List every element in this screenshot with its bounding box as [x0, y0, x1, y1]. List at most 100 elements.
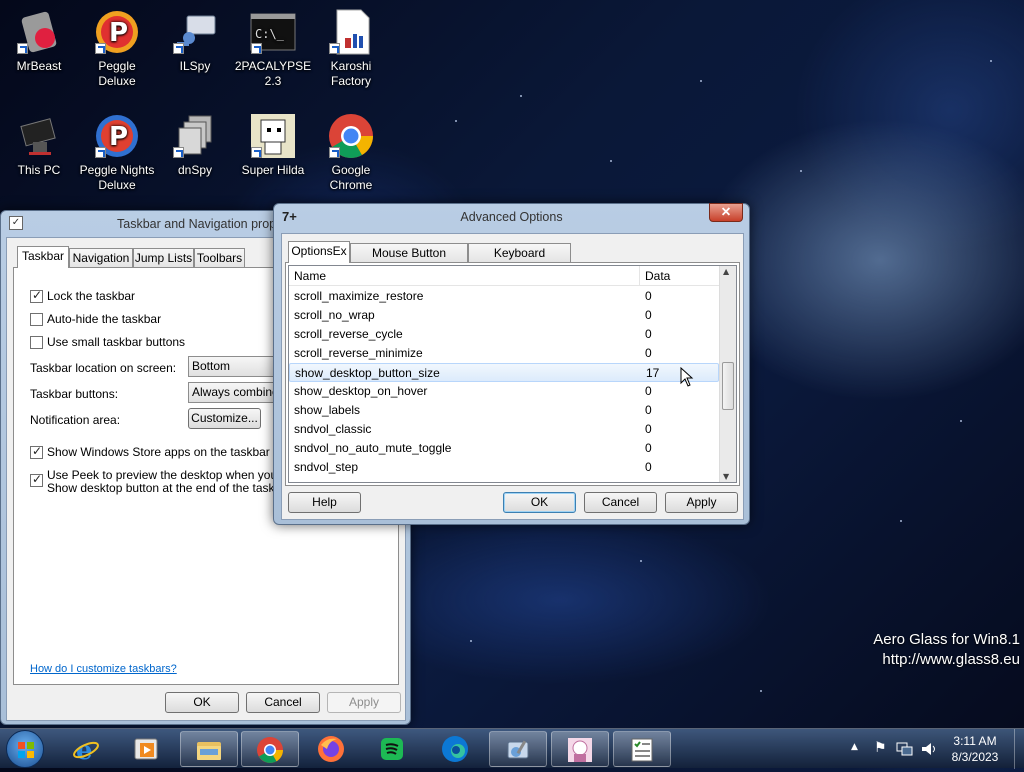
list-row[interactable]: sndvol_step 0	[289, 458, 719, 477]
list-row[interactable]: sndvol_classic 0	[289, 420, 719, 439]
list-row[interactable]: scroll_maximize_restore 0	[289, 287, 719, 306]
volume-icon[interactable]	[920, 741, 938, 757]
desktop-icon-label: Karoshi Factory	[330, 59, 372, 88]
desktop-icon-label: Google Chrome	[329, 163, 373, 192]
row-name: scroll_reverse_cycle	[294, 327, 403, 341]
list-row[interactable]: sndvol_no_auto_mute_toggle 0	[289, 439, 719, 458]
tab-optionsex[interactable]: OptionsEx	[288, 241, 350, 263]
auto-hide-label: Auto-hide the taskbar	[47, 312, 162, 326]
list-row[interactable]: scroll_reverse_cycle 0	[289, 325, 719, 344]
tab-navigation[interactable]: Navigation	[69, 248, 133, 268]
tab-jump-lists[interactable]: Jump Lists	[133, 248, 194, 268]
lock-taskbar-checkbox[interactable]	[30, 288, 43, 303]
ilspy-icon	[171, 8, 219, 56]
row-name: scroll_maximize_restore	[294, 289, 424, 303]
buttons-label: Taskbar buttons:	[30, 387, 119, 401]
apply-button[interactable]: Apply	[665, 492, 738, 513]
clock[interactable]: 3:11 AM 8/3/2023	[944, 733, 1006, 765]
desktop-icon-ilspy[interactable]: ILSpy	[156, 8, 234, 74]
show-desktop-button[interactable]	[1014, 729, 1024, 769]
row-data: 0	[645, 403, 652, 417]
tab-mouse-button-control[interactable]: Mouse Button Control	[350, 243, 468, 279]
pixel-character-icon	[249, 112, 297, 160]
row-name: sndvol_classic	[294, 422, 372, 436]
titlebar[interactable]: 7+ Advanced Options ✕	[274, 203, 749, 230]
peggle-nights-icon: P	[93, 112, 141, 160]
row-name: sndvol_no_auto_mute_toggle	[294, 441, 452, 455]
desktop-icon-label: Peggle Deluxe	[98, 59, 136, 88]
list-row[interactable]: show_labels 0	[289, 401, 719, 420]
auto-hide-checkbox[interactable]	[30, 313, 43, 326]
scroll-down-icon[interactable]: ▼	[723, 472, 729, 481]
tab-taskbar[interactable]: Taskbar	[17, 246, 69, 268]
taskbar-media-player[interactable]	[118, 731, 176, 767]
folder-icon	[197, 742, 221, 760]
advanced-options-window: 7+ Advanced Options ✕ OptionsEx Mouse Bu…	[273, 203, 750, 525]
scrollbar-thumb[interactable]	[722, 362, 734, 410]
taskbar-spotify[interactable]	[364, 731, 422, 767]
cancel-button[interactable]: Cancel	[584, 492, 657, 513]
window-app-icon: ✓	[9, 216, 23, 230]
taskbar-edge[interactable]	[427, 731, 485, 767]
options-list[interactable]: Name Data scroll_maximize_restore 0 scrol…	[288, 265, 737, 483]
taskbar-chrome[interactable]	[241, 731, 299, 767]
cancel-button[interactable]: Cancel	[246, 692, 320, 713]
row-data: 0	[645, 289, 652, 303]
location-dropdown[interactable]: Bottom	[188, 356, 278, 377]
apply-button[interactable]: Apply	[327, 692, 401, 713]
desktop-icon-super-hilda[interactable]: Super Hilda	[234, 112, 312, 178]
vertical-scrollbar[interactable]: ▲ ▼	[719, 266, 736, 482]
terminal-icon: C:\_	[249, 8, 297, 56]
help-link[interactable]: How do I customize taskbars?	[30, 663, 177, 675]
tab-keyboard-shortcuts[interactable]: Keyboard Shortcuts	[468, 243, 571, 279]
taskbar-firefox[interactable]	[303, 731, 361, 767]
taskbar-file-explorer[interactable]	[180, 731, 238, 767]
row-data: 0	[645, 308, 652, 322]
peek-checkbox[interactable]	[30, 472, 43, 487]
list-header: Name Data	[289, 266, 719, 286]
list-row[interactable]: show_desktop_on_hover 0	[289, 382, 719, 401]
internet-explorer-icon: e	[73, 736, 99, 763]
desktop-icon-peggle-nights[interactable]: P Peggle Nights Deluxe	[78, 112, 156, 193]
help-button[interactable]: Help	[288, 492, 361, 513]
list-row-selected[interactable]: show_desktop_button_size 17	[289, 363, 719, 382]
tab-toolbars[interactable]: Toolbars	[194, 248, 245, 268]
close-button[interactable]: ✕	[709, 203, 743, 222]
desktop-icon-2pacalypse[interactable]: C:\_ 2PACALYPSE 2.3	[234, 8, 312, 89]
start-button[interactable]	[6, 730, 44, 768]
computer-icon	[15, 112, 63, 160]
scroll-up-icon[interactable]: ▲	[723, 267, 729, 276]
list-row[interactable]: scroll_no_wrap 0	[289, 306, 719, 325]
window-title: Taskbar and Navigation prope	[117, 217, 284, 231]
show-hidden-icons-icon[interactable]: ▲	[851, 742, 858, 752]
ok-button[interactable]: OK	[503, 492, 576, 513]
row-data: 0	[645, 384, 652, 398]
taskbar-properties-window[interactable]	[613, 731, 671, 767]
customize-button[interactable]: Customize...	[188, 408, 261, 429]
desktop-icon-dnspy[interactable]: dnSpy	[156, 112, 234, 178]
desktop-icon-google-chrome[interactable]: Google Chrome	[312, 112, 390, 193]
desktop-icon-peggle-deluxe[interactable]: P Peggle Deluxe	[78, 8, 156, 89]
buttons-dropdown[interactable]: Always combine,	[188, 382, 278, 403]
store-apps-checkbox[interactable]	[30, 444, 43, 459]
desktop-icon-karoshi-factory[interactable]: Karoshi Factory	[312, 8, 390, 89]
list-row[interactable]: scroll_reverse_minimize 0	[289, 344, 719, 363]
desktop-icon-this-pc[interactable]: This PC	[0, 112, 78, 178]
close-icon: ✕	[720, 205, 732, 219]
column-header-name[interactable]: Name	[294, 269, 326, 283]
desktop-icon-mrbeast[interactable]: MrBeast	[0, 8, 78, 74]
column-header-data[interactable]: Data	[645, 269, 670, 283]
peek-label-line2: Show desktop button at the end of the ta…	[47, 481, 292, 495]
chrome-icon	[257, 737, 284, 763]
desktop-icon-label: 2PACALYPSE 2.3	[234, 59, 312, 88]
lock-taskbar-label: Lock the taskbar	[47, 289, 136, 303]
flag-icon[interactable]: ⚑	[874, 740, 887, 756]
network-icon[interactable]	[896, 741, 914, 757]
taskbar-ie[interactable]: e	[58, 731, 116, 767]
taskbar-anime-app[interactable]	[551, 731, 609, 767]
desktop-icon-label: This PC	[17, 163, 61, 177]
small-buttons-checkbox[interactable]	[30, 336, 43, 349]
row-name: scroll_reverse_minimize	[294, 346, 423, 360]
taskbar-system-tools[interactable]	[489, 731, 547, 767]
ok-button[interactable]: OK	[165, 692, 239, 713]
